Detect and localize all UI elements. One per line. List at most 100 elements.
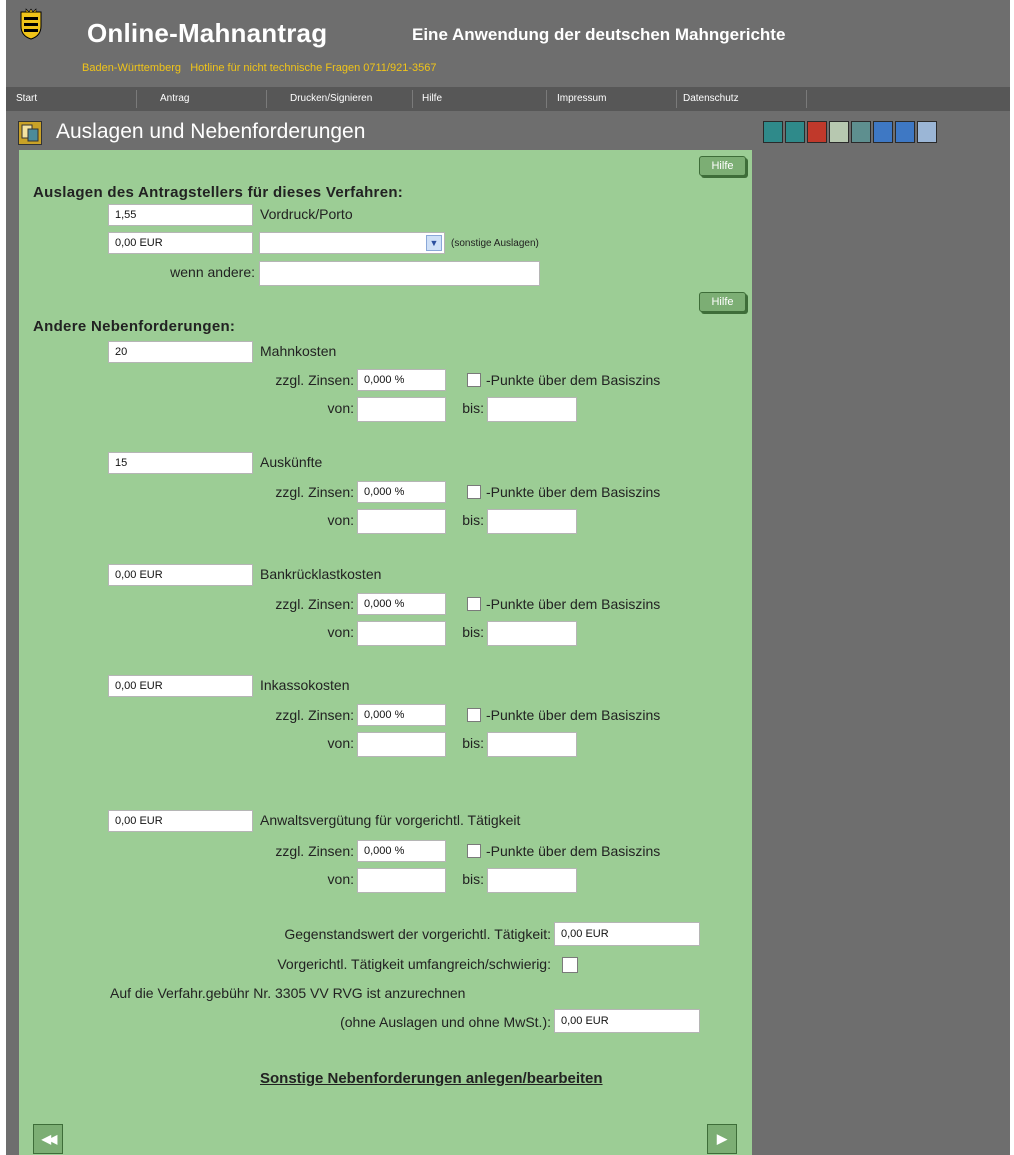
app-title: Online-Mahnantrag: [87, 18, 328, 48]
sonstige-auslagen-input[interactable]: [108, 232, 253, 254]
bankruecklastkosten-von-input[interactable]: [357, 621, 446, 646]
sonstige-auslagen-select[interactable]: ▼: [259, 232, 445, 254]
help-button-auslagen[interactable]: Hilfe: [699, 156, 746, 176]
inkassokosten-input[interactable]: [108, 675, 253, 697]
nav-separator: [266, 90, 267, 108]
auslagen-heading: Auslagen des Antragstellers für dieses V…: [33, 184, 404, 201]
nav-separator: [806, 90, 807, 108]
bankruecklastkosten-input[interactable]: [108, 564, 253, 586]
bankruecklastkosten-label: Bankrücklastkosten: [260, 566, 382, 582]
auskuenfte-input[interactable]: [108, 452, 253, 474]
people-icon[interactable]: [763, 121, 783, 143]
bis-label: bis:: [462, 624, 484, 640]
money-icon[interactable]: [829, 121, 849, 143]
inkassokosten-punkte-checkbox[interactable]: [467, 708, 481, 722]
hotline-label: Hotline für nicht technische Fragen 0711…: [190, 62, 437, 74]
auskuenfte-bis-input[interactable]: [487, 509, 577, 534]
zinsen-label: zzgl. Zinsen:: [275, 843, 354, 859]
help-button-nebenforderungen[interactable]: Hilfe: [699, 292, 746, 312]
sonstige-nebenforderungen-link[interactable]: Sonstige Nebenforderungen anlegen/bearbe…: [260, 1070, 603, 1087]
nav-drucken-signieren[interactable]: Drucken/Signieren: [290, 93, 372, 104]
bankruecklastkosten-zins-input[interactable]: [357, 593, 446, 615]
gegenstandswert-label: Gegenstandswert der vorgerichtl. Tätigke…: [284, 926, 551, 942]
page-title: Auslagen und Nebenforderungen: [56, 120, 366, 143]
region-hotline: Baden-Württemberg Hotline für nicht tech…: [82, 62, 436, 74]
von-label: von:: [327, 512, 354, 528]
list-icon[interactable]: [873, 121, 893, 143]
anwaltsverguetung-label: Anwaltsvergütung für vorgerichtl. Tätigk…: [260, 812, 521, 828]
form-panel: [19, 150, 752, 1155]
punkte-label: -Punkte über dem Basiszins: [486, 707, 661, 723]
auskuenfte-von-input[interactable]: [357, 509, 446, 534]
auskuenfte-zins-input[interactable]: [357, 481, 446, 503]
inkassokosten-zins-input[interactable]: [357, 704, 446, 726]
inkassokosten-bis-input[interactable]: [487, 732, 577, 757]
anwaltsverguetung-input[interactable]: [108, 810, 253, 832]
mahnkosten-von-input[interactable]: [357, 397, 446, 422]
mahnkosten-input[interactable]: [108, 341, 253, 363]
umfangreich-checkbox[interactable]: [562, 957, 578, 973]
person-red-icon[interactable]: [807, 121, 827, 143]
wenn-andere-input[interactable]: [259, 261, 540, 286]
chevron-down-icon: ▼: [426, 235, 442, 251]
punkte-label: -Punkte über dem Basiszins: [486, 843, 661, 859]
punkte-label: -Punkte über dem Basiszins: [486, 596, 661, 612]
save-icon[interactable]: [917, 121, 937, 143]
bis-label: bis:: [462, 735, 484, 751]
anwaltsverguetung-von-input[interactable]: [357, 868, 446, 893]
mahnkosten-label: Mahnkosten: [260, 343, 337, 359]
double-chevron-left-icon: ◀◀: [41, 1132, 58, 1146]
chevron-right-icon: ▶: [717, 1131, 727, 1146]
nav-separator: [412, 90, 413, 108]
punkte-label: -Punkte über dem Basiszins: [486, 372, 661, 388]
document-icon[interactable]: [895, 121, 915, 143]
gegenstandswert-input[interactable]: [554, 922, 700, 946]
mahnkosten-bis-input[interactable]: [487, 397, 577, 422]
nav-hilfe[interactable]: Hilfe: [422, 93, 442, 104]
globe-icon[interactable]: [851, 121, 871, 143]
von-label: von:: [327, 624, 354, 640]
bankruecklastkosten-bis-input[interactable]: [487, 621, 577, 646]
auskuenfte-label: Auskünfte: [260, 454, 323, 470]
nav-separator: [136, 90, 137, 108]
punkte-label: -Punkte über dem Basiszins: [486, 484, 661, 500]
anwaltsverguetung-bis-input[interactable]: [487, 868, 577, 893]
anrechnen-sub-label: (ohne Auslagen und ohne MwSt.):: [340, 1014, 551, 1030]
mahnkosten-punkte-checkbox[interactable]: [467, 373, 481, 387]
nav-start[interactable]: Start: [16, 93, 37, 104]
app-subtitle: Eine Anwendung der deutschen Mahngericht…: [412, 25, 786, 44]
zinsen-label: zzgl. Zinsen:: [275, 596, 354, 612]
anwaltsverguetung-zins-input[interactable]: [357, 840, 446, 862]
wenn-andere-label: wenn andere:: [170, 264, 255, 280]
zinsen-label: zzgl. Zinsen:: [275, 707, 354, 723]
main-nav: Start Antrag Drucken/Signieren Hilfe Imp…: [6, 87, 1010, 111]
inkassokosten-label: Inkassokosten: [260, 677, 350, 693]
person-icon[interactable]: [785, 121, 805, 143]
nav-antrag[interactable]: Antrag: [160, 93, 189, 104]
bis-label: bis:: [462, 871, 484, 887]
back-button[interactable]: ◀◀: [33, 1124, 63, 1154]
zinsen-label: zzgl. Zinsen:: [275, 484, 354, 500]
mahnkosten-zins-input[interactable]: [357, 369, 446, 391]
bis-label: bis:: [462, 400, 484, 416]
umfangreich-label: Vorgerichtl. Tätigkeit umfangreich/schwi…: [277, 956, 551, 972]
inkassokosten-von-input[interactable]: [357, 732, 446, 757]
nav-impressum[interactable]: Impressum: [557, 93, 606, 104]
anrechnen-input[interactable]: [554, 1009, 700, 1033]
nebenforderungen-heading: Andere Nebenforderungen:: [33, 318, 236, 335]
anwaltsverguetung-punkte-checkbox[interactable]: [467, 844, 481, 858]
vordruck-porto-input[interactable]: [108, 204, 253, 226]
next-button[interactable]: ▶: [707, 1124, 737, 1154]
nav-datenschutz[interactable]: Datenschutz: [683, 93, 739, 104]
section-form-icon: [18, 121, 42, 145]
bankruecklastkosten-punkte-checkbox[interactable]: [467, 597, 481, 611]
region-label: Baden-Württemberg: [82, 62, 182, 74]
bis-label: bis:: [462, 512, 484, 528]
von-label: von:: [327, 735, 354, 751]
auskuenfte-punkte-checkbox[interactable]: [467, 485, 481, 499]
anrechnen-label: Auf die Verfahr.gebühr Nr. 3305 VV RVG i…: [110, 985, 466, 1001]
von-label: von:: [327, 400, 354, 416]
zinsen-label: zzgl. Zinsen:: [275, 372, 354, 388]
sonstige-auslagen-label: (sonstige Auslagen): [451, 238, 539, 249]
von-label: von:: [327, 871, 354, 887]
